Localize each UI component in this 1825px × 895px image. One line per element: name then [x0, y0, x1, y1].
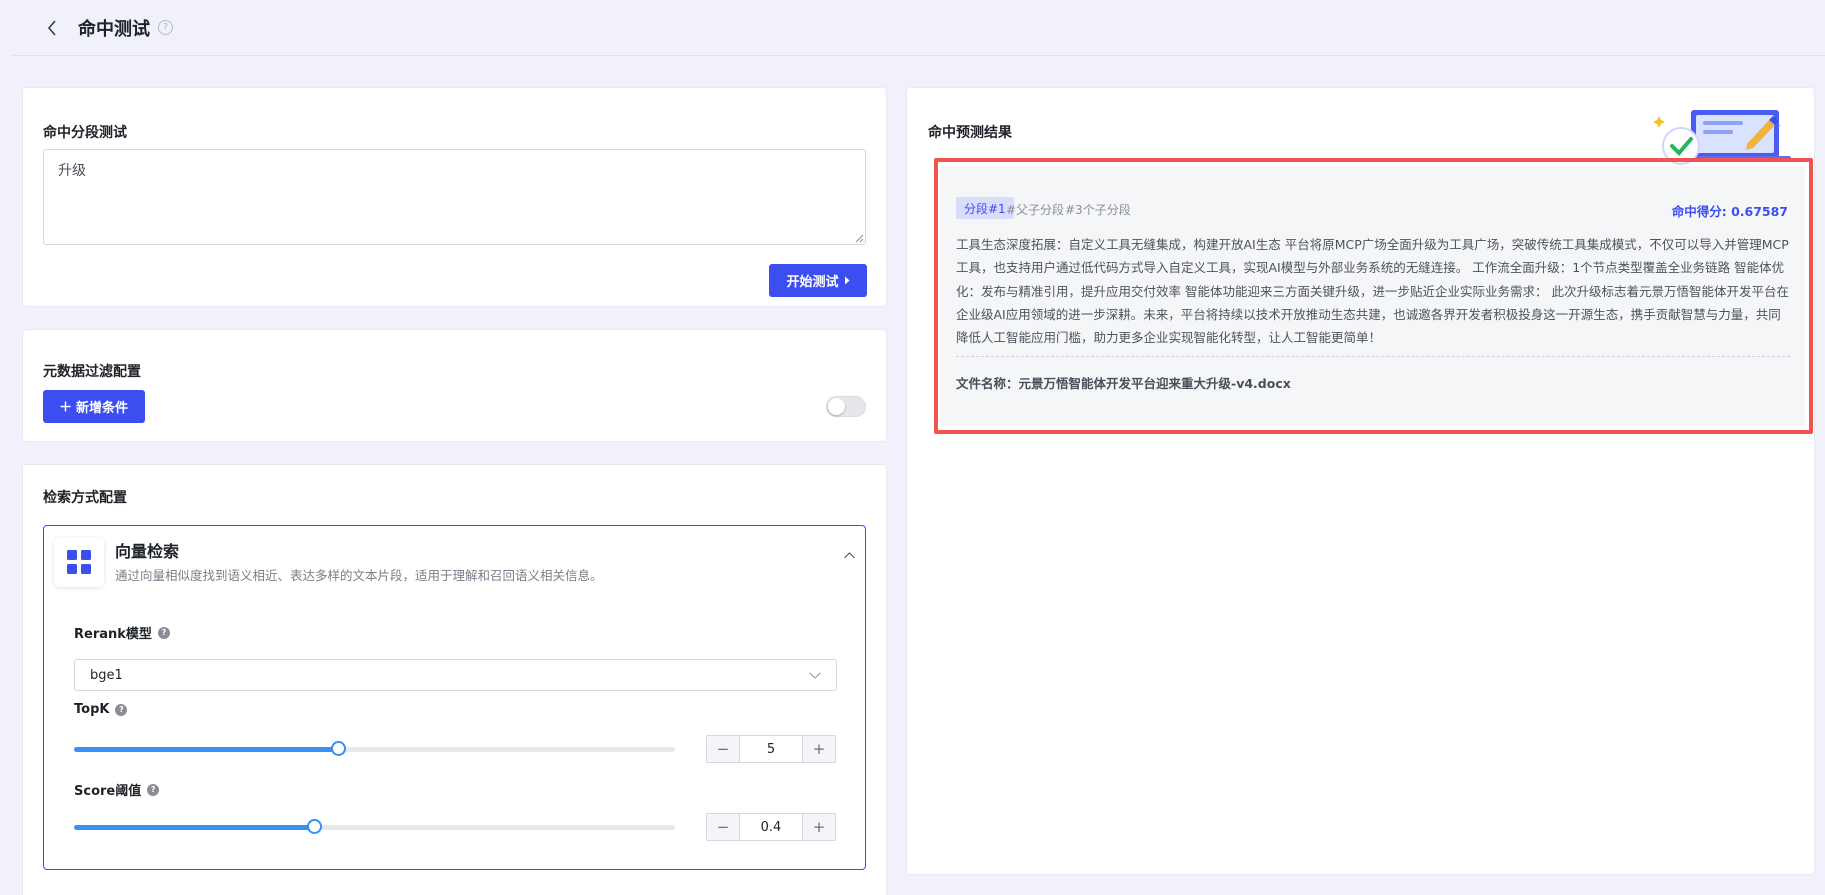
score-slider[interactable]	[74, 819, 675, 834]
chevron-left-icon[interactable]	[44, 19, 60, 36]
add-condition-button[interactable]: 新增条件	[43, 390, 145, 423]
topk-stepper[interactable]: − 5 +	[706, 735, 836, 763]
score-value[interactable]: 0.4	[739, 814, 803, 840]
plus-icon	[60, 401, 71, 412]
slider-handle[interactable]	[331, 741, 347, 756]
caret-right-icon	[844, 276, 849, 285]
add-condition-label: 新增条件	[75, 401, 128, 416]
query-textarea[interactable]: 升级	[43, 149, 866, 245]
start-test-label: 开始测试	[786, 275, 839, 290]
header-bar: 命中测试 ?	[12, 0, 1825, 56]
plus-icon[interactable]: +	[803, 736, 835, 762]
question-icon[interactable]: ?	[147, 783, 160, 796]
start-test-button[interactable]: 开始测试	[769, 264, 867, 297]
score-threshold-label: Score阈值	[74, 784, 142, 799]
section-title-retrieval: 检索方式配置	[43, 490, 127, 506]
question-icon[interactable]: ?	[115, 703, 128, 716]
rerank-model-value: bge1	[90, 667, 123, 683]
grid-icon	[54, 537, 104, 587]
score-label-row: Score阈值 ?	[74, 780, 160, 799]
hit-result-card: 命中预测结果 分段#1 #父子分段 #3个子分段 命中得分: 0.67587 工…	[906, 87, 1815, 875]
section-title-metadata-filter: 元数据过滤配置	[43, 364, 141, 380]
chevron-down-icon	[809, 671, 821, 679]
minus-icon[interactable]: −	[707, 736, 739, 762]
rerank-model-select[interactable]: bge1	[74, 659, 837, 691]
toggle-knob	[828, 398, 845, 415]
topk-label-row: TopK ?	[74, 702, 128, 717]
slider-fill	[74, 747, 339, 752]
topk-slider[interactable]	[74, 741, 675, 756]
score-stepper[interactable]: − 0.4 +	[706, 813, 836, 841]
rerank-label: Rerank模型	[74, 627, 152, 642]
metadata-filter-toggle[interactable]	[826, 396, 866, 417]
resize-grip-icon[interactable]	[855, 234, 864, 243]
question-icon[interactable]: ?	[157, 626, 170, 639]
retrieval-config-card: 检索方式配置 向量检索 通过向量相似度找到语义相近、表达多样的文本片段，适用于理…	[22, 464, 887, 895]
plus-icon[interactable]: +	[803, 814, 835, 840]
topk-label: TopK	[74, 702, 110, 717]
hit-test-card: 命中分段测试 升级 开始测试	[22, 87, 887, 307]
slider-handle[interactable]	[307, 819, 323, 834]
section-title-result: 命中预测结果	[928, 125, 1012, 141]
section-title-hit-test: 命中分段测试	[43, 125, 127, 141]
vector-search-option[interactable]: 向量检索 通过向量相似度找到语义相近、表达多样的文本片段，适用于理解和召回语义相…	[43, 525, 866, 870]
slider-fill	[74, 825, 315, 830]
topk-value[interactable]: 5	[739, 736, 803, 762]
highlight-frame	[934, 158, 1813, 434]
help-circle-icon[interactable]: ?	[158, 20, 173, 35]
rerank-label-row: Rerank模型 ?	[74, 623, 170, 642]
chevron-up-icon[interactable]	[844, 548, 855, 563]
method-description: 通过向量相似度找到语义相近、表达多样的文本片段，适用于理解和召回语义相关信息。	[115, 568, 603, 583]
minus-icon[interactable]: −	[707, 814, 739, 840]
page-title: 命中测试	[78, 18, 150, 40]
method-name: 向量检索	[115, 542, 180, 561]
metadata-filter-card: 元数据过滤配置 新增条件	[22, 329, 887, 442]
